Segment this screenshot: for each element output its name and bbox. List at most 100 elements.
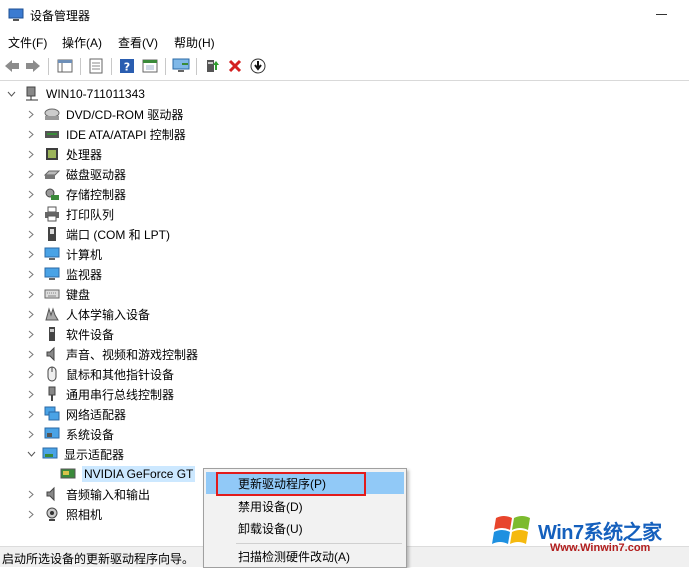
tree-item-display[interactable]: 显示适配器: [26, 444, 124, 464]
camera-icon: [44, 506, 60, 522]
menu-item-label: 扫描检测硬件改动(A): [238, 549, 350, 564]
tree-item-label: 打印队列: [66, 207, 115, 222]
chevron-right-icon[interactable]: [26, 349, 36, 359]
tree-item-camera[interactable]: 照相机: [26, 504, 102, 524]
tree-item-nvidia[interactable]: NVIDIA GeForce GT: [60, 464, 196, 484]
chevron-right-icon[interactable]: [26, 189, 36, 199]
device-manager-icon: [8, 8, 24, 21]
toolbar-separator: [80, 58, 81, 75]
chevron-down-icon[interactable]: [26, 449, 36, 459]
toolbar-separator: [165, 58, 166, 75]
menu-help[interactable]: 帮助(H): [174, 34, 215, 51]
toolbar-separator: [196, 58, 197, 75]
tree-item-software[interactable]: 软件设备: [26, 324, 114, 344]
ide-controller-icon: [44, 126, 60, 142]
chevron-right-icon[interactable]: [26, 389, 36, 399]
disable-device-menu-item[interactable]: 禁用设备(D): [206, 495, 404, 517]
properties-grid-icon[interactable]: [56, 57, 74, 75]
tree-item-computer[interactable]: 计算机: [26, 244, 102, 264]
tree-item-keyboard[interactable]: 键盘: [26, 284, 90, 304]
network-adapter-icon: [44, 406, 60, 422]
tree-item-hid[interactable]: 人体学输入设备: [26, 304, 150, 324]
processor-icon: [44, 146, 60, 162]
toolbar: ?: [0, 54, 689, 81]
display-adapter-icon: [60, 466, 76, 482]
tree-item-label: 网络适配器: [66, 407, 127, 422]
tree-item-label: 存储控制器: [66, 187, 127, 202]
tree-item-label: IDE ATA/ATAPI 控制器: [66, 127, 186, 142]
annotation-highlight-box: [216, 472, 366, 496]
tree-item-dvd[interactable]: DVD/CD-ROM 驱动器: [26, 104, 183, 124]
tree-item-label: 计算机: [66, 247, 103, 262]
tree-item-mouse[interactable]: 鼠标和其他指针设备: [26, 364, 174, 384]
tree-root[interactable]: WIN10-711011343: [6, 84, 145, 104]
show-icon[interactable]: [141, 57, 159, 75]
windows-logo-icon: [492, 516, 530, 544]
chevron-right-icon[interactable]: [26, 249, 36, 259]
chevron-right-icon[interactable]: [26, 429, 36, 439]
tree-item-sound[interactable]: 声音、视频和游戏控制器: [26, 344, 198, 364]
chevron-right-icon[interactable]: [26, 269, 36, 279]
display-adapter-icon: [42, 446, 58, 462]
tree-item-usb[interactable]: 通用串行总线控制器: [26, 384, 174, 404]
toolbar-separator: [48, 58, 49, 75]
tree-item-storage[interactable]: 存储控制器: [26, 184, 126, 204]
menu-separator: [236, 543, 402, 544]
chevron-right-icon[interactable]: [26, 409, 36, 419]
help-icon[interactable]: ?: [118, 57, 136, 75]
tree-item-label: 端口 (COM 和 LPT): [66, 227, 170, 242]
menu-view[interactable]: 查看(V): [118, 34, 158, 51]
tree-item-label: 通用串行总线控制器: [66, 387, 175, 402]
chevron-right-icon[interactable]: [26, 289, 36, 299]
chevron-right-icon[interactable]: [26, 489, 36, 499]
tree-item-monitor[interactable]: 监视器: [26, 264, 102, 284]
tree-item-ports[interactable]: 端口 (COM 和 LPT): [26, 224, 170, 244]
root-label: WIN10-711011343: [46, 87, 145, 101]
printer-icon: [44, 206, 60, 222]
forward-icon[interactable]: [24, 57, 42, 75]
menu-action[interactable]: 操作(A): [62, 34, 102, 51]
chevron-right-icon[interactable]: [26, 309, 36, 319]
uninstall-icon[interactable]: [226, 57, 244, 75]
usb-icon: [44, 386, 60, 402]
chevron-right-icon[interactable]: [26, 229, 36, 239]
chevron-right-icon[interactable]: [26, 369, 36, 379]
tree-item-label: 磁盘驱动器: [66, 167, 127, 182]
tree-item-print-queue[interactable]: 打印队列: [26, 204, 114, 224]
back-icon[interactable]: [3, 57, 21, 75]
hid-icon: [44, 306, 60, 322]
scan-hardware-menu-item[interactable]: 扫描检测硬件改动(A): [206, 545, 404, 567]
tree-item-label: DVD/CD-ROM 驱动器: [66, 107, 184, 122]
tree-item-audio-io[interactable]: 音频输入和输出: [26, 484, 150, 504]
speaker-icon: [44, 486, 60, 502]
uninstall-device-menu-item[interactable]: 卸载设备(U): [206, 517, 404, 539]
tree-item-ide[interactable]: IDE ATA/ATAPI 控制器: [26, 124, 186, 144]
download-icon[interactable]: [249, 57, 267, 75]
chevron-down-icon[interactable]: [6, 89, 16, 99]
tree-item-label: 系统设备: [66, 427, 115, 442]
tree-item-label: 人体学输入设备: [66, 307, 151, 322]
computer-network-icon: [24, 86, 40, 102]
chevron-right-icon[interactable]: [26, 509, 36, 519]
chevron-right-icon[interactable]: [26, 149, 36, 159]
monitor-icon[interactable]: [172, 57, 190, 75]
update-driver-icon[interactable]: [203, 57, 221, 75]
minimize-button[interactable]: [656, 14, 667, 15]
watermark-site: Www.Winwin7.com: [550, 542, 651, 554]
chevron-right-icon[interactable]: [26, 169, 36, 179]
toolbar-separator: [111, 58, 112, 75]
tree-item-disk[interactable]: 磁盘驱动器: [26, 164, 126, 184]
tree-item-network[interactable]: 网络适配器: [26, 404, 126, 424]
tree-item-system[interactable]: 系统设备: [26, 424, 114, 444]
tree-item-processor[interactable]: 处理器: [26, 144, 102, 164]
chevron-right-icon[interactable]: [26, 329, 36, 339]
menu-file[interactable]: 文件(F): [8, 34, 47, 51]
chevron-right-icon[interactable]: [26, 129, 36, 139]
chevron-right-icon[interactable]: [26, 109, 36, 119]
status-text: 启动所选设备的更新驱动程序向导。: [2, 552, 195, 566]
view-icon[interactable]: [87, 57, 105, 75]
monitor-icon: [44, 266, 60, 282]
nvidia-label: NVIDIA GeForce GT: [82, 466, 196, 482]
speaker-icon: [44, 346, 60, 362]
chevron-right-icon[interactable]: [26, 209, 36, 219]
